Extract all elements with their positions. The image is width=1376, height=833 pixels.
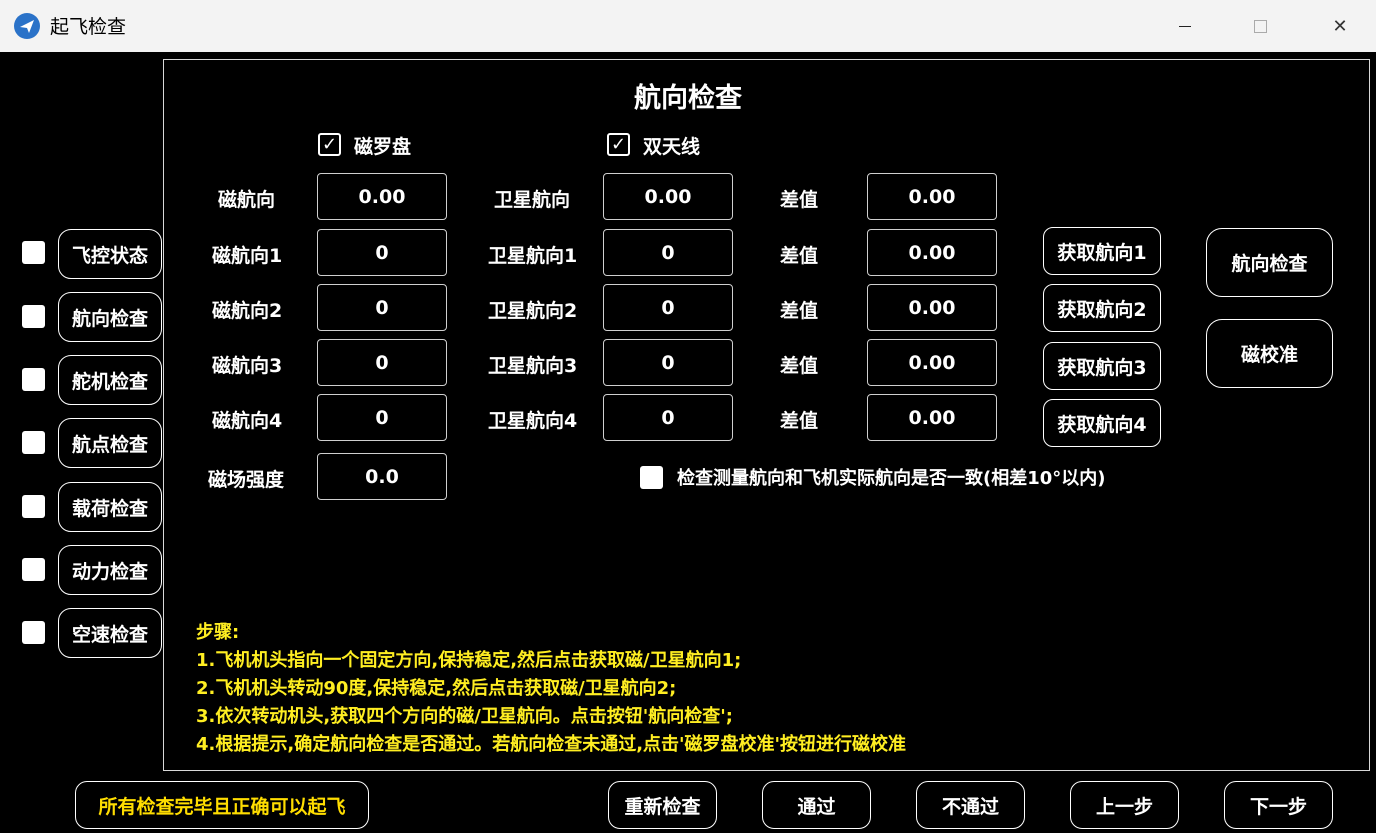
diff-2-field: 0.00 xyxy=(867,284,997,331)
pass-button[interactable]: 通过 xyxy=(762,781,871,829)
sat-heading-3-field: 0 xyxy=(603,339,733,386)
mag-heading-3-field: 0 xyxy=(317,339,447,386)
sidebar-item-airspeed[interactable]: 空速检查 xyxy=(58,608,162,658)
maximize-icon xyxy=(1253,19,1267,33)
diff-1-field: 0.00 xyxy=(867,229,997,276)
field-strength-label: 磁场强度 xyxy=(208,469,285,491)
app-logo-icon xyxy=(14,13,40,39)
heading-check-button[interactable]: 航向检查 xyxy=(1206,228,1333,297)
mag-heading-4-label: 磁航向4 xyxy=(212,410,283,432)
sidebar-item-label: 动力检查 xyxy=(71,560,148,583)
mag-heading-1-label: 磁航向1 xyxy=(212,245,283,267)
diff-3-field: 0.00 xyxy=(867,339,997,386)
instruction-step: 3.依次转动机头,获取四个方向的磁/卫星航向。点击按钮'航向检查'; xyxy=(196,706,733,727)
minimize-icon xyxy=(1179,25,1191,27)
minimize-button[interactable] xyxy=(1155,0,1215,52)
sidebar-check-heading[interactable] xyxy=(22,305,45,328)
close-button[interactable]: ✕ xyxy=(1310,0,1370,52)
sat-heading-2-field: 0 xyxy=(603,284,733,331)
check-icon: ✓ xyxy=(321,134,338,155)
field-strength-field: 0.0 xyxy=(317,453,447,500)
dual-antenna-checkbox[interactable]: ✓ xyxy=(607,133,630,156)
instruction-step: 1.飞机机头指向一个固定方向,保持稳定,然后点击获取磁/卫星航向1; xyxy=(196,650,742,671)
mag-heading-field: 0.00 xyxy=(317,173,447,220)
sidebar-check-servo[interactable] xyxy=(22,368,45,391)
sidebar-item-label: 载荷检查 xyxy=(71,497,148,520)
window-title: 起飞检查 xyxy=(50,16,127,38)
sidebar-check-power[interactable] xyxy=(22,558,45,581)
sidebar-check-payload[interactable] xyxy=(22,495,45,518)
diff-1-label: 差值 xyxy=(780,245,819,267)
mag-heading-2-label: 磁航向2 xyxy=(212,300,283,322)
sidebar-item-label: 航点检查 xyxy=(71,433,148,456)
sidebar-check-airspeed[interactable] xyxy=(22,621,45,644)
sat-heading-1-field: 0 xyxy=(603,229,733,276)
diff-label: 差值 xyxy=(780,189,819,211)
mag-heading-2-field: 0 xyxy=(317,284,447,331)
sidebar-check-waypoint[interactable] xyxy=(22,431,45,454)
instruction-step: 2.飞机机头转动90度,保持稳定,然后点击获取磁/卫星航向2; xyxy=(196,678,677,699)
mag-heading-4-field: 0 xyxy=(317,394,447,441)
sidebar-item-heading[interactable]: 航向检查 xyxy=(58,292,162,342)
dual-antenna-label: 双天线 xyxy=(643,136,701,158)
sidebar-check-flight-control[interactable] xyxy=(22,241,45,264)
instructions-title: 步骤: xyxy=(196,622,240,643)
maximize-button[interactable] xyxy=(1230,0,1290,52)
diff-4-field: 0.00 xyxy=(867,394,997,441)
compass-label: 磁罗盘 xyxy=(354,136,412,158)
sidebar-item-label: 舵机检查 xyxy=(71,370,148,393)
get-heading-1-button[interactable]: 获取航向1 xyxy=(1043,227,1161,275)
sidebar-item-label: 空速检查 xyxy=(71,623,148,646)
sidebar-item-flight-control[interactable]: 飞控状态 xyxy=(58,229,162,279)
fail-button[interactable]: 不通过 xyxy=(916,781,1025,829)
mag-heading-1-field: 0 xyxy=(317,229,447,276)
sat-heading-3-label: 卫星航向3 xyxy=(488,355,578,377)
check-icon: ✓ xyxy=(610,134,627,155)
mag-heading-3-label: 磁航向3 xyxy=(212,355,283,377)
page-title: 航向检查 xyxy=(634,83,742,114)
next-step-button[interactable]: 下一步 xyxy=(1224,781,1333,829)
title-bar: 起飞检查 ✕ xyxy=(0,0,1376,52)
sidebar-item-payload[interactable]: 载荷检查 xyxy=(58,482,162,532)
sat-heading-4-field: 0 xyxy=(603,394,733,441)
instruction-step: 4.根据提示,确定航向检查是否通过。若航向检查未通过,点击'磁罗盘校准'按钮进行… xyxy=(196,734,907,755)
ready-to-fly-button[interactable]: 所有检查完毕且正确可以起飞 xyxy=(75,781,369,829)
mag-heading-label: 磁航向 xyxy=(218,189,276,211)
consistency-checkbox[interactable] xyxy=(640,466,663,489)
diff-4-label: 差值 xyxy=(780,410,819,432)
sidebar-item-power[interactable]: 动力检查 xyxy=(58,545,162,595)
diff-3-label: 差值 xyxy=(780,355,819,377)
sidebar-item-label: 航向检查 xyxy=(71,307,148,330)
sat-heading-4-label: 卫星航向4 xyxy=(488,410,578,432)
sat-heading-2-label: 卫星航向2 xyxy=(488,300,578,322)
sidebar-item-servo[interactable]: 舵机检查 xyxy=(58,355,162,405)
get-heading-2-button[interactable]: 获取航向2 xyxy=(1043,284,1161,332)
instructions: 步骤: 1.飞机机头指向一个固定方向,保持稳定,然后点击获取磁/卫星航向1; 2… xyxy=(196,619,906,759)
previous-step-button[interactable]: 上一步 xyxy=(1070,781,1179,829)
diff-2-label: 差值 xyxy=(780,300,819,322)
sat-heading-1-label: 卫星航向1 xyxy=(488,245,578,267)
recheck-button[interactable]: 重新检查 xyxy=(608,781,717,829)
diff-field: 0.00 xyxy=(867,173,997,220)
get-heading-3-button[interactable]: 获取航向3 xyxy=(1043,342,1161,390)
sat-heading-field: 0.00 xyxy=(603,173,733,220)
compass-checkbox[interactable]: ✓ xyxy=(318,133,341,156)
consistency-label: 检查测量航向和飞机实际航向是否一致(相差10°以内) xyxy=(677,468,1106,489)
get-heading-4-button[interactable]: 获取航向4 xyxy=(1043,399,1161,447)
sat-heading-label: 卫星航向 xyxy=(494,189,571,211)
sidebar-item-label: 飞控状态 xyxy=(71,244,148,267)
sidebar-item-waypoint[interactable]: 航点检查 xyxy=(58,418,162,468)
mag-calibration-button[interactable]: 磁校准 xyxy=(1206,319,1333,388)
close-icon: ✕ xyxy=(1332,15,1348,37)
